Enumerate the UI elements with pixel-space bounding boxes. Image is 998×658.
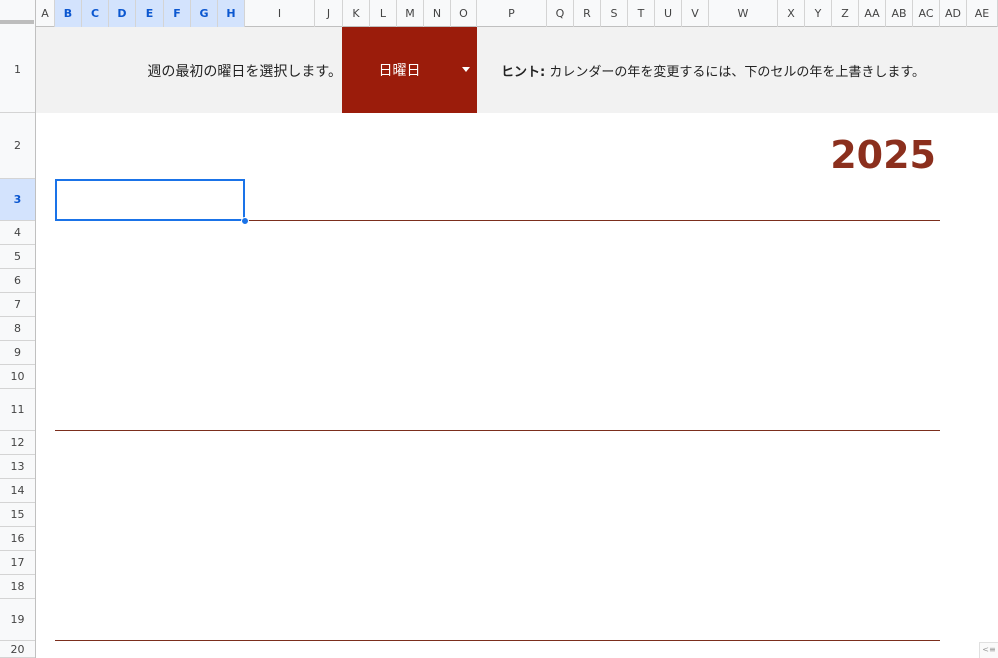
column-header-t[interactable]: T — [628, 0, 655, 27]
row-header-1[interactable]: 1 — [0, 27, 35, 113]
row-header-12[interactable]: 12 — [0, 431, 35, 455]
column-header-g[interactable]: G — [191, 0, 218, 27]
column-header-o[interactable]: O — [451, 0, 477, 27]
section-divider — [55, 640, 940, 641]
row-header-5[interactable]: 5 — [0, 245, 35, 269]
column-header-ad[interactable]: AD — [940, 0, 967, 27]
row-header-15[interactable]: 15 — [0, 503, 35, 527]
row-header-9[interactable]: 9 — [0, 341, 35, 365]
column-header-b[interactable]: B — [55, 0, 82, 27]
row-header-16[interactable]: 16 — [0, 527, 35, 551]
row-header-2[interactable]: 2 — [0, 113, 35, 179]
column-header-z[interactable]: Z — [832, 0, 859, 27]
row-header-bar: 1 2 3 4 5 6 7 8 9 10 11 12 13 14 15 16 17 18 19 20 — [0, 27, 36, 658]
frozen-bar[interactable] — [0, 20, 34, 24]
row-header-3[interactable]: 3 — [0, 179, 35, 221]
hint-text: ヒント: カレンダーの年を変更するには、下のセルの年を上書きします。 — [501, 61, 925, 80]
column-header-n[interactable]: N — [424, 0, 451, 27]
row-header-10[interactable]: 10 — [0, 365, 35, 389]
column-header-d[interactable]: D — [109, 0, 136, 27]
row-header-14[interactable]: 14 — [0, 479, 35, 503]
hint-label: ヒント: — [501, 65, 546, 80]
fill-handle[interactable] — [241, 217, 249, 225]
year-title[interactable]: 2025 — [760, 133, 936, 177]
column-header-x[interactable]: X — [778, 0, 805, 27]
column-header-ac[interactable]: AC — [913, 0, 940, 27]
week-start-dropdown[interactable]: 日曜日 — [342, 27, 477, 113]
row-header-13[interactable]: 13 — [0, 455, 35, 479]
dropdown-arrow-icon[interactable] — [462, 67, 470, 72]
row-header-19[interactable]: 19 — [0, 599, 35, 641]
column-header-u[interactable]: U — [655, 0, 682, 27]
column-header-l[interactable]: L — [370, 0, 397, 27]
column-header-f[interactable]: F — [164, 0, 191, 27]
column-header-aa[interactable]: AA — [859, 0, 886, 27]
column-header-e[interactable]: E — [136, 0, 164, 27]
column-header-m[interactable]: M — [397, 0, 424, 27]
row-header-20[interactable]: 20 — [0, 641, 35, 658]
row-header-6[interactable]: 6 — [0, 269, 35, 293]
column-header-c[interactable]: C — [82, 0, 109, 27]
column-header-bar: A B C D E F G H I J K L M N O P Q R S T U V W X Y Z AA AB AC AD AE — [0, 0, 998, 27]
row-header-4[interactable]: 4 — [0, 221, 35, 245]
section-divider — [55, 430, 940, 431]
column-header-q[interactable]: Q — [547, 0, 574, 27]
row-header-7[interactable]: 7 — [0, 293, 35, 317]
column-header-k[interactable]: K — [343, 0, 370, 27]
column-header-p[interactable]: P — [477, 0, 547, 27]
column-header-r[interactable]: R — [574, 0, 601, 27]
column-header-h[interactable]: H — [218, 0, 245, 27]
column-header-i[interactable]: I — [245, 0, 315, 27]
select-all-corner[interactable] — [0, 0, 36, 27]
settings-banner: 週の最初の曜日を選択します。 日曜日 ヒント: カレンダーの年を変更するには、下… — [36, 27, 998, 113]
column-header-y[interactable]: Y — [805, 0, 832, 27]
column-header-ab[interactable]: AB — [886, 0, 913, 27]
explore-icon[interactable]: <≡ — [979, 642, 998, 658]
column-header-v[interactable]: V — [682, 0, 709, 27]
week-start-label: 週の最初の曜日を選択します。 — [147, 64, 342, 80]
column-header-s[interactable]: S — [601, 0, 628, 27]
row-header-17[interactable]: 17 — [0, 551, 35, 575]
row-header-8[interactable]: 8 — [0, 317, 35, 341]
column-header-ae[interactable]: AE — [967, 0, 998, 27]
hint-body: カレンダーの年を変更するには、下のセルの年を上書きします。 — [545, 65, 926, 80]
column-header-w[interactable]: W — [709, 0, 778, 27]
row-header-18[interactable]: 18 — [0, 575, 35, 599]
column-header-j[interactable]: J — [315, 0, 343, 27]
row-header-11[interactable]: 11 — [0, 389, 35, 431]
week-start-value[interactable]: 日曜日 — [342, 60, 457, 80]
column-header-a[interactable]: A — [36, 0, 55, 27]
active-cell-selection[interactable] — [55, 179, 245, 221]
